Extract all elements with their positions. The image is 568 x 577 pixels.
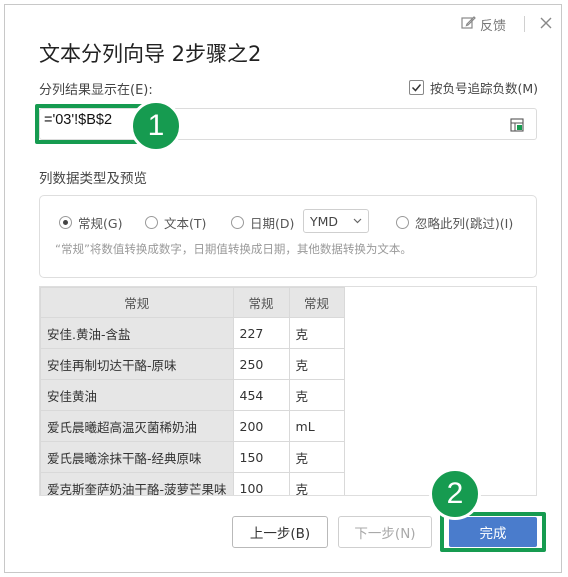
range-select-icon[interactable] — [510, 117, 524, 132]
preview-table: 常规 常规 常规 安佳.黄油-含盐 227 克 安佳再制切达干酪-原味 250 … — [40, 287, 345, 495]
prev-step-button[interactable]: 上一步(B) — [232, 516, 328, 548]
divider — [524, 16, 525, 32]
table-cell: 克 — [288, 441, 345, 473]
radio-button[interactable] — [145, 216, 158, 229]
table-row: 安佳黄油 454 克 — [40, 379, 345, 411]
table-cell: 爱克斯奎萨奶油干酪-菠萝芒果味 — [40, 472, 234, 495]
chevron-down-icon — [353, 218, 362, 224]
checkbox-label: 按负号追踪负数(M) — [430, 81, 539, 96]
date-format-value: YMD — [310, 213, 339, 229]
radio-date[interactable]: 日期(D) — [231, 213, 294, 232]
preview-header[interactable]: 常规 — [288, 287, 345, 318]
radio-general[interactable]: 常规(G) — [59, 213, 122, 232]
table-cell: mL — [288, 410, 345, 442]
feedback-edit-icon — [461, 15, 476, 34]
radio-skip[interactable]: 忽略此列(跳过)(I) — [396, 213, 513, 232]
table-row: 安佳.黄油-含盐 227 克 — [40, 317, 345, 349]
radio-label: 常规(G) — [78, 216, 123, 231]
table-cell: 克 — [288, 472, 345, 495]
radio-text[interactable]: 文本(T) — [145, 213, 206, 232]
data-preview[interactable]: 常规 常规 常规 安佳.黄油-含盐 227 克 安佳再制切达干酪-原味 250 … — [39, 286, 537, 496]
table-cell: 150 — [232, 441, 290, 473]
column-type-panel — [39, 195, 537, 278]
negative-number-checkbox[interactable]: 按负号追踪负数(M) — [409, 78, 538, 97]
table-cell: 100 — [232, 472, 290, 495]
table-cell: 爱氏晨曦涂抹干酪-经典原味 — [40, 441, 234, 473]
radio-label: 文本(T) — [164, 216, 207, 231]
table-row: 爱克斯奎萨奶油干酪-菠萝芒果味 100 克 — [40, 472, 345, 495]
close-icon[interactable] — [537, 14, 555, 32]
date-format-select[interactable]: YMD — [303, 209, 369, 233]
radio-button[interactable] — [59, 216, 72, 229]
radio-button[interactable] — [396, 216, 409, 229]
checkmark-icon — [411, 84, 422, 92]
table-row: 爱氏晨曦涂抹干酪-经典原味 150 克 — [40, 441, 345, 473]
radio-label: 忽略此列(跳过)(I) — [415, 216, 514, 231]
table-cell: 克 — [288, 317, 345, 349]
preview-header[interactable]: 常规 — [232, 287, 290, 318]
table-row: 安佳再制切达干酪-原味 250 克 — [40, 348, 345, 380]
table-cell: 250 — [232, 348, 290, 380]
table-cell: 克 — [288, 348, 345, 380]
table-cell: 安佳黄油 — [40, 379, 234, 411]
table-cell: 227 — [232, 317, 290, 349]
checkbox-box[interactable] — [409, 80, 424, 95]
preview-header[interactable]: 常规 — [40, 287, 234, 318]
feedback-button[interactable]: 反馈 — [461, 15, 506, 34]
table-row: 爱氏晨曦超高温灭菌稀奶油 200 mL — [40, 410, 345, 442]
table-cell: 454 — [232, 379, 290, 411]
step-badge-1: 1 — [130, 100, 182, 152]
step-badge-2: 2 — [429, 468, 481, 520]
table-cell: 200 — [232, 410, 290, 442]
type-hint: “常规”将数值转换成数字，日期值转换成日期，其他数据转换为文本。 — [55, 242, 412, 256]
table-cell: 安佳再制切达干酪-原味 — [40, 348, 234, 380]
destination-label: 分列结果显示在(E): — [39, 83, 153, 98]
column-type-label: 列数据类型及预览 — [39, 171, 147, 187]
radio-button[interactable] — [231, 216, 244, 229]
table-cell: 克 — [288, 379, 345, 411]
dialog-title: 文本分列向导 2步骤之2 — [39, 42, 262, 66]
next-step-button[interactable]: 下一步(N) — [338, 516, 432, 548]
preview-header-row: 常规 常规 常规 — [40, 287, 345, 318]
feedback-label: 反馈 — [480, 19, 507, 34]
table-cell: 爱氏晨曦超高温灭菌稀奶油 — [40, 410, 234, 442]
table-cell: 安佳.黄油-含盐 — [40, 317, 234, 349]
radio-label: 日期(D) — [250, 216, 295, 231]
